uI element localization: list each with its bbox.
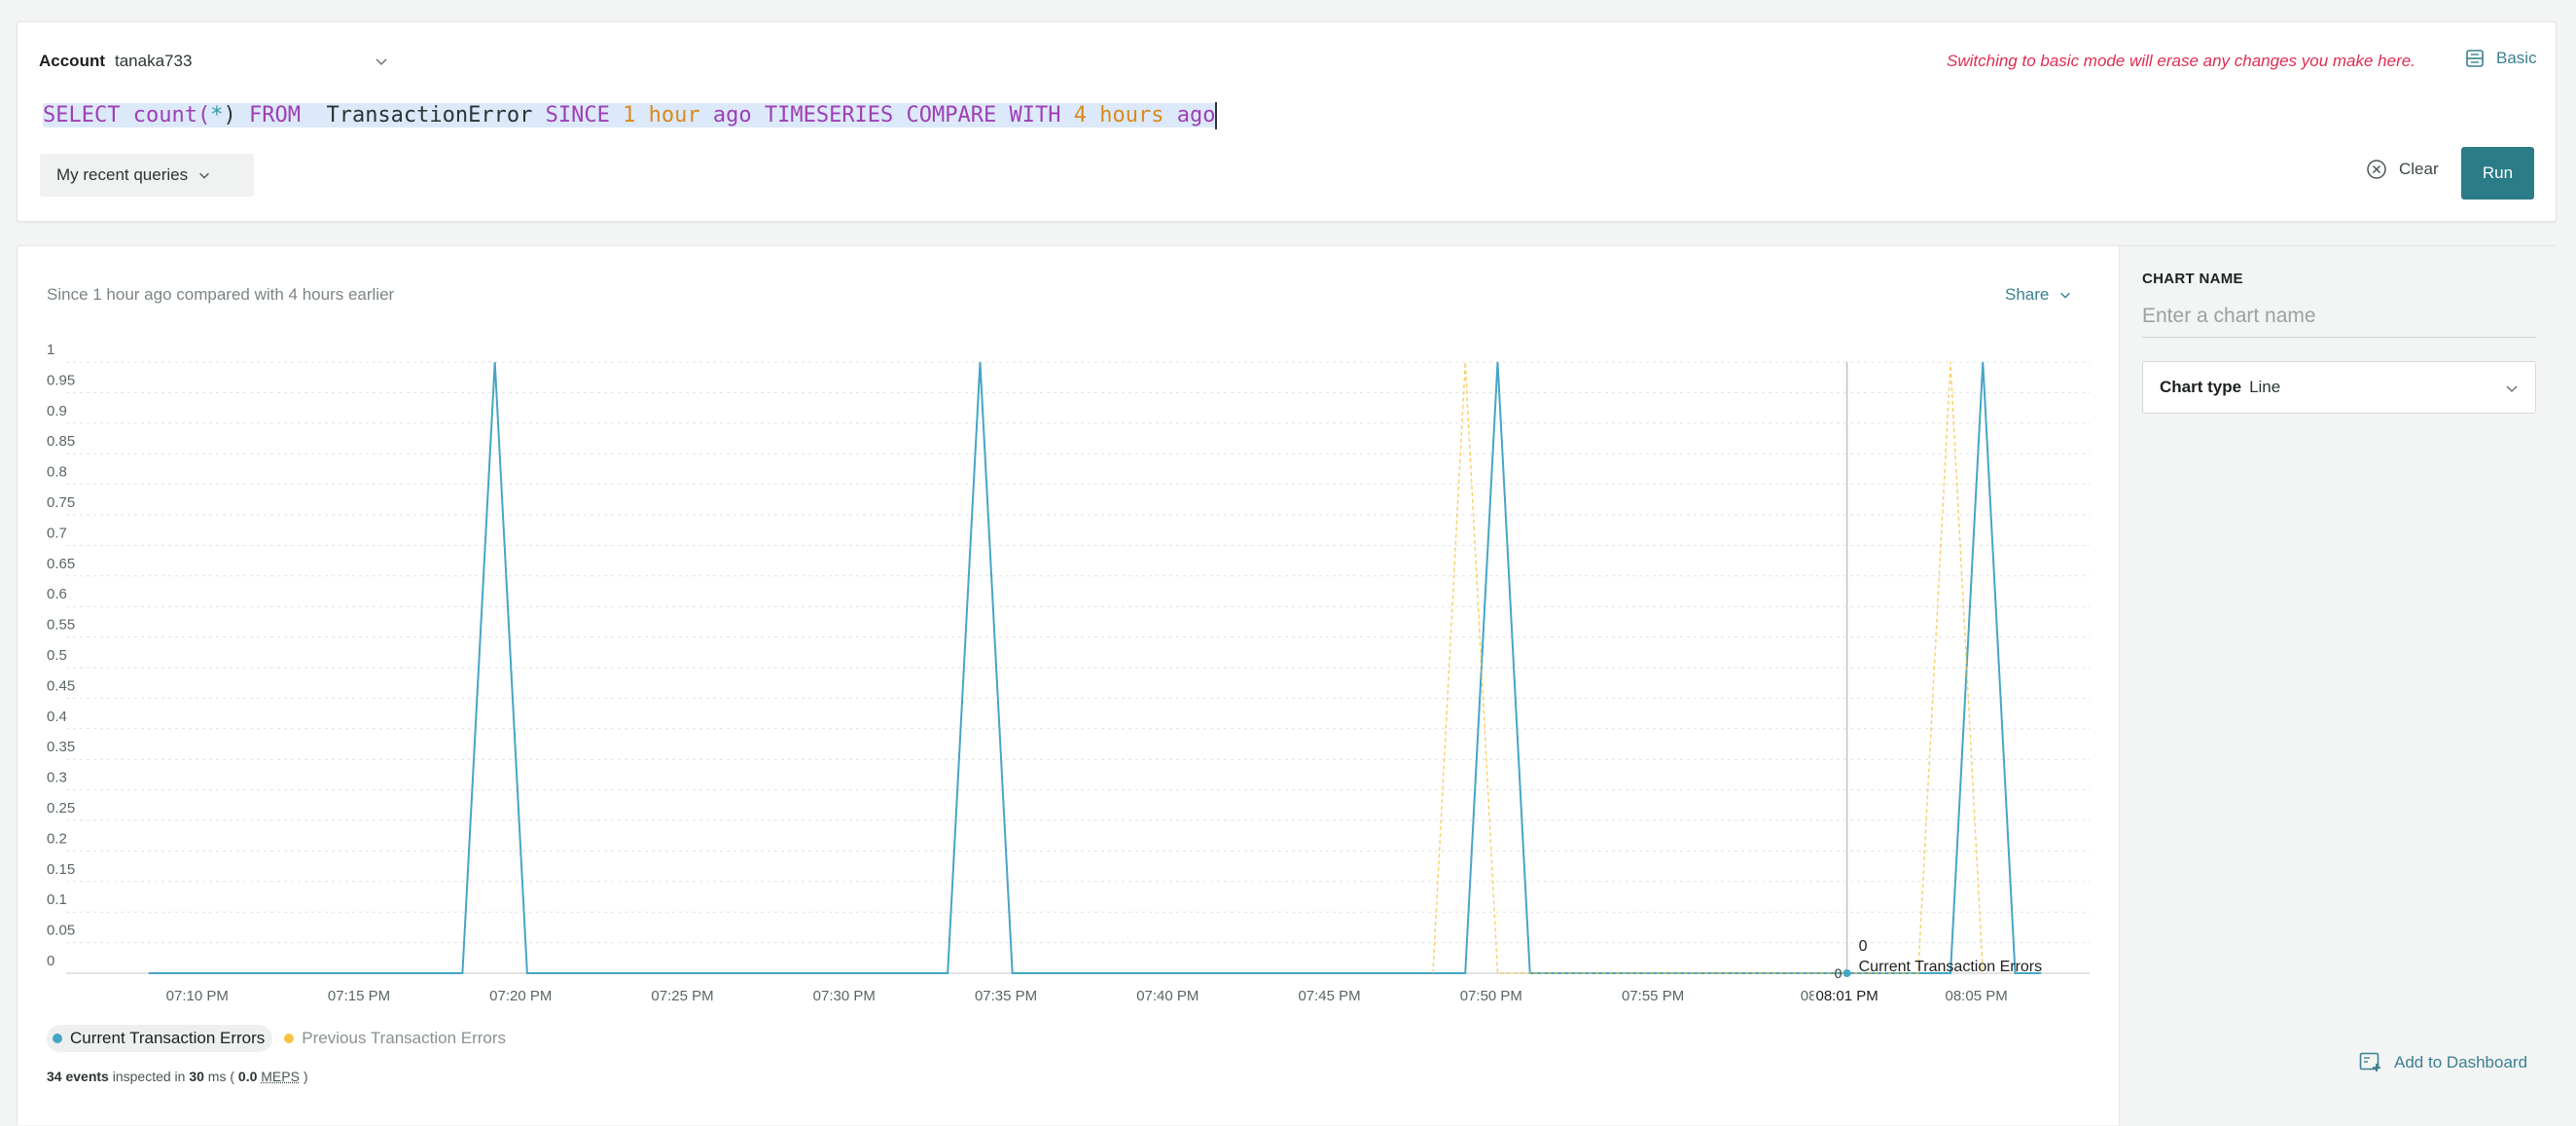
timeseries-chart[interactable]: 0 0.05 0.1 0.15 0.2 0.25 0.3 0.35 0.4 0.45 0.5 0.55… — [18, 246, 2119, 1015]
x-tick-label: 07:35 PM — [975, 988, 1037, 1004]
x-tick-label: 07:20 PM — [489, 988, 552, 1004]
x-tick-label: 07:30 PM — [813, 988, 876, 1004]
clear-button[interactable]: Clear — [2366, 159, 2439, 180]
chart-legend: Current Transaction Errors Previous Tran… — [47, 1025, 519, 1052]
chart-settings-sidebar: CHART NAME Chart type Line Add to Dashbo… — [2119, 246, 2558, 1126]
legend-dot — [53, 1034, 62, 1043]
chevron-down-icon — [376, 58, 387, 66]
query-token: count( — [132, 103, 211, 127]
y-tick-label: 0.95 — [47, 372, 75, 388]
y-tick-label: 0.5 — [47, 647, 67, 664]
hover-point — [1843, 969, 1851, 977]
chart-type-label: Chart type — [2160, 378, 2242, 396]
basic-mode-icon — [2466, 50, 2484, 67]
y-tick-label: 0.75 — [47, 494, 75, 511]
account-value: tanaka733 — [115, 52, 193, 70]
query-panel: Account tanaka733 Switching to basic mod… — [17, 21, 2557, 222]
query-token: WITH — [1009, 103, 1061, 127]
y-tick-label: 0.9 — [47, 403, 67, 419]
tooltip-value: 0 — [1859, 938, 1868, 955]
basic-mode-button[interactable]: Basic — [2465, 49, 2537, 68]
legend-label: Current Transaction Errors — [70, 1029, 266, 1047]
y-tick-label: 0.6 — [47, 586, 67, 602]
query-token: ago — [712, 103, 752, 127]
chart-name-label: CHART NAME — [2142, 271, 2243, 287]
y-tick-label: 0.3 — [47, 770, 67, 786]
dashboard-add-icon — [2359, 1052, 2380, 1072]
tooltip-axis-zero: 0 — [1835, 965, 1843, 981]
query-token: 4 hours — [1073, 103, 1164, 127]
events-end: ) — [303, 1069, 308, 1084]
y-tick-label: 0.4 — [47, 708, 67, 725]
query-token: 1 hour — [623, 103, 700, 127]
query-token: TransactionError — [326, 103, 533, 127]
y-tick-label: 0 — [47, 953, 54, 969]
y-tick-label: 0.65 — [47, 556, 75, 572]
y-tick-label: 1 — [47, 342, 54, 358]
recent-queries-dropdown[interactable]: My recent queries — [40, 154, 254, 197]
events-inspected: 34 events inspected in 30 ms ( 0.0 MEPS … — [47, 1069, 308, 1084]
query-token: * — [210, 103, 224, 127]
add-to-dashboard-label: Add to Dashboard — [2394, 1053, 2528, 1072]
close-circle-icon — [2367, 160, 2386, 179]
y-tick-label: 0.85 — [47, 433, 75, 450]
events-text: inspected in — [112, 1069, 186, 1084]
text-caret — [1215, 102, 1218, 129]
x-tick-label: 07:50 PM — [1460, 988, 1522, 1004]
chart-type-select[interactable]: Chart type Line — [2142, 361, 2536, 414]
query-token: SELECT — [43, 103, 121, 127]
query-token: FROM — [248, 103, 301, 127]
x-tick-label: 07:25 PM — [651, 988, 713, 1004]
basic-mode-warning: Switching to basic mode will erase any c… — [1947, 52, 2415, 70]
query-token: ago — [1176, 103, 1216, 127]
x-tick-label: 07:55 PM — [1622, 988, 1684, 1004]
x-tick-label: 07:15 PM — [328, 988, 390, 1004]
run-button[interactable]: Run — [2461, 147, 2534, 200]
chevron-down-icon — [2506, 385, 2518, 393]
legend-label: Previous Transaction Errors — [302, 1029, 507, 1047]
events-ms-unit: ms ( — [207, 1069, 235, 1084]
y-tick-label: 0.55 — [47, 617, 75, 634]
legend-item-current[interactable]: Current Transaction Errors — [47, 1025, 273, 1052]
tooltip-time: 08:01 PM — [1816, 988, 1878, 1004]
y-tick-label: 0.45 — [47, 677, 75, 694]
chart-area: Since 1 hour ago compared with 4 hours e… — [18, 246, 2119, 1126]
results-panel: Since 1 hour ago compared with 4 hours e… — [17, 245, 2558, 1126]
y-tick-label: 0.05 — [47, 923, 75, 939]
recent-queries-label: My recent queries — [56, 165, 189, 184]
x-tick-label: 07:45 PM — [1298, 988, 1360, 1004]
y-tick-label: 0.2 — [47, 830, 67, 847]
y-tick-label: 0.15 — [47, 861, 75, 878]
query-token: TIMESERIES — [764, 103, 894, 127]
events-ms: 30 — [189, 1069, 204, 1084]
events-count: 34 events — [47, 1069, 109, 1084]
query-token: ) — [223, 103, 236, 127]
query-token: COMPARE — [906, 103, 997, 127]
add-to-dashboard-button[interactable]: Add to Dashboard — [2359, 1052, 2527, 1073]
events-meps: MEPS — [261, 1069, 300, 1084]
legend-dot — [284, 1034, 295, 1043]
y-tick-label: 0.7 — [47, 525, 67, 541]
legend-item-previous[interactable]: Previous Transaction Errors — [278, 1025, 514, 1052]
tooltip-series-name: Current Transaction Errors — [1859, 959, 2043, 975]
chart-name-input[interactable] — [2142, 295, 2536, 338]
nrql-query-editor[interactable]: SELECT count(*) FROM TransactionError SI… — [43, 96, 1218, 135]
y-tick-label: 0.1 — [47, 891, 67, 908]
x-tick-label: 08:05 PM — [1946, 988, 2008, 1004]
x-tick-label: 07:40 PM — [1136, 988, 1199, 1004]
y-tick-label: 0.8 — [47, 464, 67, 481]
y-tick-label: 0.35 — [47, 739, 75, 755]
y-tick-label: 0.25 — [47, 800, 75, 817]
account-label: Account — [39, 52, 105, 70]
events-meps-value: 0.0 — [237, 1069, 258, 1084]
query-token: SINCE — [545, 103, 610, 127]
chevron-down-icon — [199, 172, 209, 179]
basic-mode-label: Basic — [2496, 49, 2537, 67]
account-selector[interactable]: Account tanaka733 — [39, 48, 387, 75]
chart-type-value: Line — [2249, 378, 2281, 396]
clear-label: Clear — [2399, 160, 2439, 178]
x-tick-label: 07:10 PM — [166, 988, 229, 1004]
